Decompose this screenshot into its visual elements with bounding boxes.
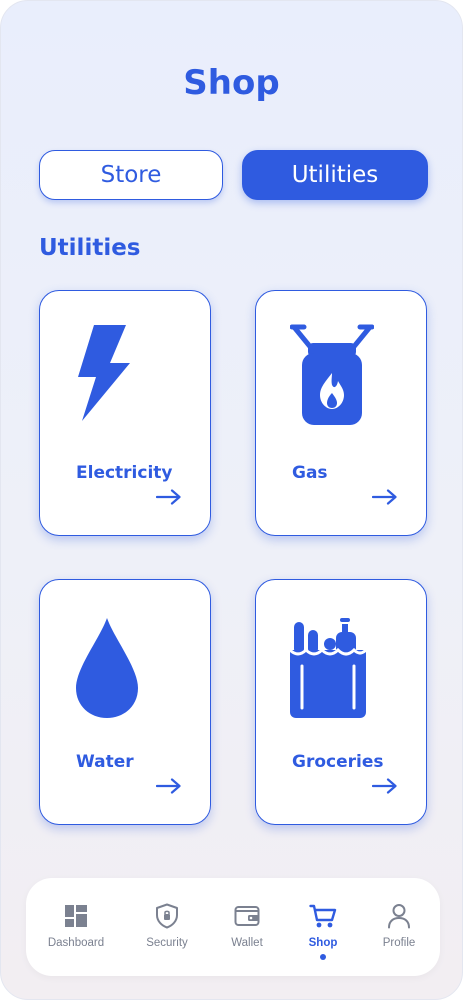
arrow-right-icon[interactable] [371, 489, 398, 509]
grocery-bag-icon [288, 616, 368, 724]
utilities-tab[interactable]: Utilities [242, 150, 428, 200]
lightning-icon [74, 323, 134, 427]
gas-card[interactable]: Gas [255, 290, 427, 536]
water-label: Water [76, 752, 134, 772]
electricity-card[interactable]: Electricity [39, 290, 211, 536]
arrow-right-icon[interactable] [371, 778, 398, 798]
nav-profile-label: Profile [382, 937, 416, 949]
page-title: Shop [183, 63, 280, 103]
nav-shop-label: Shop [308, 937, 338, 949]
arrow-right-icon[interactable] [155, 489, 182, 509]
nav-dashboard-label: Dashboard [47, 937, 105, 949]
water-card[interactable]: Water [39, 579, 211, 825]
bottom-nav: Dashboard Security Wallet Shop Profile [26, 878, 440, 976]
nav-shop[interactable]: Shop [283, 902, 363, 960]
electricity-label: Electricity [76, 463, 173, 483]
water-drop-icon [74, 616, 140, 724]
groceries-card[interactable]: Groceries [255, 579, 427, 825]
gas-label: Gas [292, 463, 328, 483]
nav-profile[interactable]: Profile [359, 902, 439, 949]
nav-security[interactable]: Security [127, 902, 207, 949]
store-tab[interactable]: Store [39, 150, 223, 200]
nav-wallet[interactable]: Wallet [207, 902, 287, 949]
section-title: Utilities [39, 235, 141, 261]
shield-lock-icon [155, 902, 179, 930]
arrow-right-icon[interactable] [155, 778, 182, 798]
utilities-tab-label: Utilities [291, 162, 379, 188]
app-screen: Shop Store Utilities Utilities Electrici… [0, 0, 463, 1000]
store-tab-label: Store [100, 162, 162, 188]
nav-security-label: Security [146, 937, 188, 949]
wallet-icon [234, 902, 260, 930]
groceries-label: Groceries [292, 752, 384, 772]
user-icon [387, 902, 411, 930]
dashboard-icon [64, 902, 88, 930]
active-indicator [320, 954, 326, 960]
nav-dashboard[interactable]: Dashboard [36, 902, 116, 949]
gas-cylinder-icon [289, 323, 375, 431]
nav-wallet-label: Wallet [231, 937, 263, 949]
cart-icon [309, 902, 337, 930]
